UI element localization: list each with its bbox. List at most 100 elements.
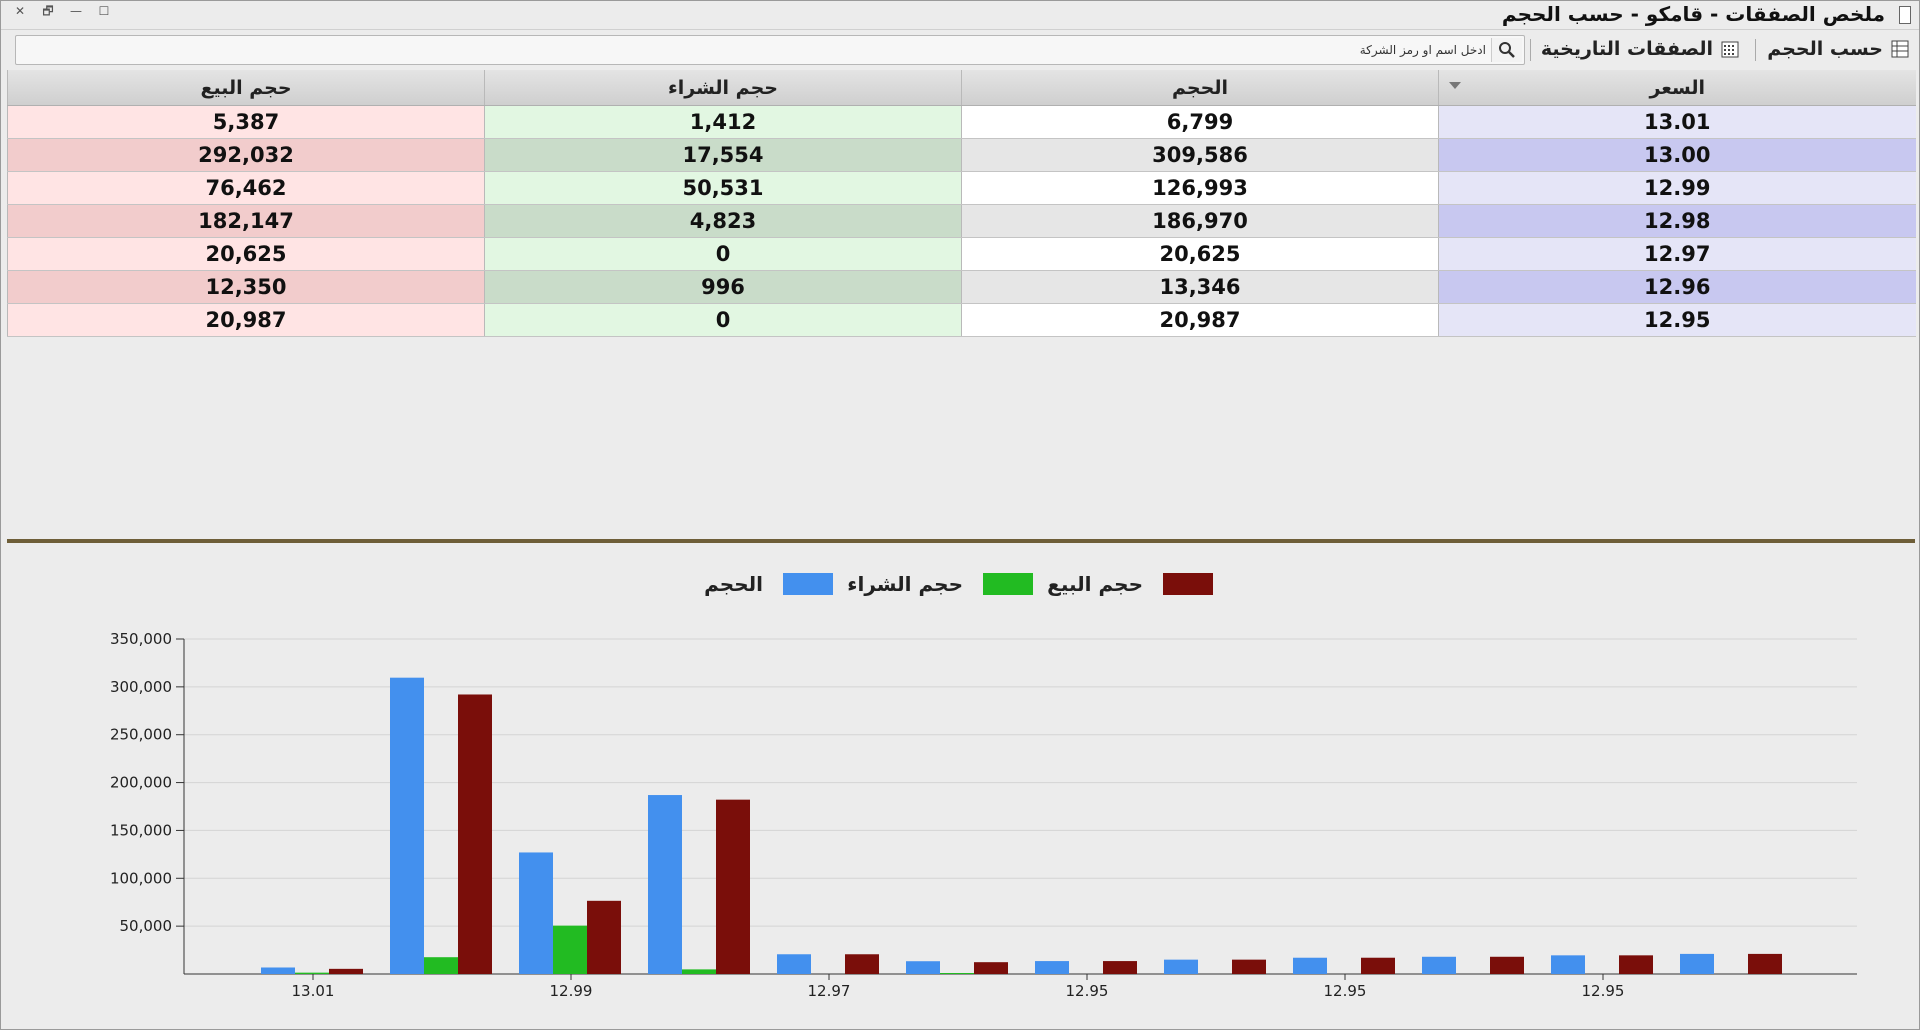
x-tick-label: 12.95 [1324, 982, 1367, 1000]
cell-price: 13.00 [1438, 138, 1916, 172]
bar-buy-volume [682, 969, 716, 974]
toolbar-divider [1530, 39, 1531, 61]
minimize-button[interactable]: — [65, 3, 87, 19]
x-tick-label: 12.95 [1582, 982, 1625, 1000]
window-controls: ✕ 🗗 — ☐ [9, 3, 115, 19]
search-button[interactable] [1491, 38, 1522, 62]
bar-sell-volume [458, 694, 492, 974]
bar-volume [1035, 961, 1069, 974]
table-row[interactable]: 13.01 6,799 1,412 5,387 [7, 105, 1916, 139]
bar-sell-volume [716, 799, 750, 974]
cell-sell-volume: 5,387 [7, 105, 485, 139]
volume-bar-chart: 350,000 300,000 250,000 200,000 150,000 100,0… [110, 572, 1857, 1000]
toolbar: حسب الحجم الصفقات التاريخية [1, 31, 1919, 69]
table-row[interactable]: 12.95 20,987 0 20,987 [7, 303, 1916, 337]
maximize-button[interactable]: ☐ [93, 3, 115, 19]
cell-buy-volume: 0 [484, 237, 962, 271]
bar-volume [648, 795, 682, 974]
bar-sell-volume [329, 968, 363, 974]
bar-sell-volume [1103, 961, 1137, 974]
table-row[interactable]: 12.96 13,346 996 12,350 [7, 270, 1916, 304]
restore-button[interactable]: 🗗 [37, 3, 59, 19]
cell-buy-volume: 996 [484, 270, 962, 304]
bar-buy-volume [940, 973, 974, 974]
bar-sell-volume [1361, 957, 1395, 974]
bar-volume [1680, 953, 1714, 974]
document-icon [1899, 6, 1911, 24]
header-sell-volume[interactable]: حجم البيع [7, 70, 485, 106]
y-tick-label: 300,000 [110, 678, 172, 696]
sort-desc-icon [1449, 82, 1461, 89]
volume-chart: 350,000 300,000 250,000 200,000 150,000 100,0… [7, 545, 1915, 1025]
cell-volume: 20,625 [961, 237, 1439, 271]
cell-sell-volume: 76,462 [7, 171, 485, 205]
cell-buy-volume: 4,823 [484, 204, 962, 238]
cell-volume: 309,586 [961, 138, 1439, 172]
bar-sell-volume [1619, 955, 1653, 974]
cell-buy-volume: 17,554 [484, 138, 962, 172]
table-row[interactable]: 13.00 309,586 17,554 292,032 [7, 138, 1916, 172]
x-tick-label: 12.97 [808, 982, 851, 1000]
panel-splitter[interactable] [7, 539, 1915, 543]
bar-buy-volume [295, 972, 329, 974]
header-volume[interactable]: الحجم [961, 70, 1439, 106]
bar-sell-volume [1232, 959, 1266, 974]
cell-buy-volume: 0 [484, 303, 962, 337]
grid-icon [1891, 40, 1909, 58]
cell-sell-volume: 20,625 [7, 237, 485, 271]
table-row[interactable]: 12.99 126,993 50,531 76,462 [7, 171, 1916, 205]
cell-volume: 13,346 [961, 270, 1439, 304]
header-price[interactable]: السعر [1438, 70, 1916, 106]
cell-price: 13.01 [1438, 105, 1916, 139]
bar-sell-volume [1490, 956, 1524, 974]
header-buy-volume[interactable]: حجم الشراء [484, 70, 962, 106]
table-header-row: السعر الحجم حجم الشراء حجم البيع [7, 70, 1916, 106]
cell-sell-volume: 12,350 [7, 270, 485, 304]
header-sell-volume-label: حجم البيع [200, 76, 292, 99]
legend-swatch [1163, 573, 1213, 595]
bar-buy-volume [553, 925, 587, 974]
header-price-label: السعر [1649, 76, 1706, 99]
y-tick-label: 250,000 [110, 726, 172, 744]
cell-buy-volume: 1,412 [484, 105, 962, 139]
title-bar[interactable]: ✕ 🗗 — ☐ ملخص الصفقات - قامكو - حسب الحجم [1, 1, 1919, 30]
cell-volume: 20,987 [961, 303, 1439, 337]
bar-volume [1422, 956, 1456, 974]
toolbar-divider [1755, 39, 1756, 61]
bar-volume [519, 852, 553, 974]
historical-trades-button[interactable]: الصفقات التاريخية [1541, 35, 1739, 63]
x-tick-label: 12.95 [1066, 982, 1109, 1000]
legend-label: الحجم [704, 572, 763, 596]
y-tick-label: 200,000 [110, 774, 172, 792]
y-tick-label: 50,000 [120, 917, 173, 935]
table-row[interactable]: 12.97 20,625 0 20,625 [7, 237, 1916, 271]
x-tick-label: 12.99 [550, 982, 593, 1000]
cell-buy-volume: 50,531 [484, 171, 962, 205]
y-tick-label: 150,000 [110, 821, 172, 839]
bar-volume [390, 677, 424, 974]
bar-sell-volume [587, 900, 621, 974]
close-button[interactable]: ✕ [9, 3, 31, 19]
legend-label: حجم البيع [1047, 572, 1143, 596]
table-row[interactable]: 12.98 186,970 4,823 182,147 [7, 204, 1916, 238]
cell-price: 12.95 [1438, 303, 1916, 337]
header-buy-volume-label: حجم الشراء [668, 76, 778, 99]
cell-volume: 6,799 [961, 105, 1439, 139]
search-icon [1499, 42, 1515, 58]
legend-swatch [783, 573, 833, 595]
by-volume-button[interactable]: حسب الحجم [1767, 35, 1909, 63]
bar-volume [1551, 955, 1585, 974]
bar-volume [906, 961, 940, 974]
by-volume-label: حسب الحجم [1767, 38, 1883, 60]
legend-swatch [983, 573, 1033, 595]
bar-volume [777, 954, 811, 974]
bar-sell-volume [845, 954, 879, 974]
bar-buy-volume [424, 957, 458, 974]
header-volume-label: الحجم [1172, 76, 1228, 99]
bar-sell-volume [1748, 953, 1782, 974]
search-input[interactable] [24, 38, 1488, 62]
y-tick-label: 350,000 [110, 630, 172, 648]
window-title: ملخص الصفقات - قامكو - حسب الحجم [1501, 2, 1885, 26]
cell-sell-volume: 20,987 [7, 303, 485, 337]
trades-table: السعر الحجم حجم الشراء حجم البيع 13.01 6… [7, 70, 1916, 337]
